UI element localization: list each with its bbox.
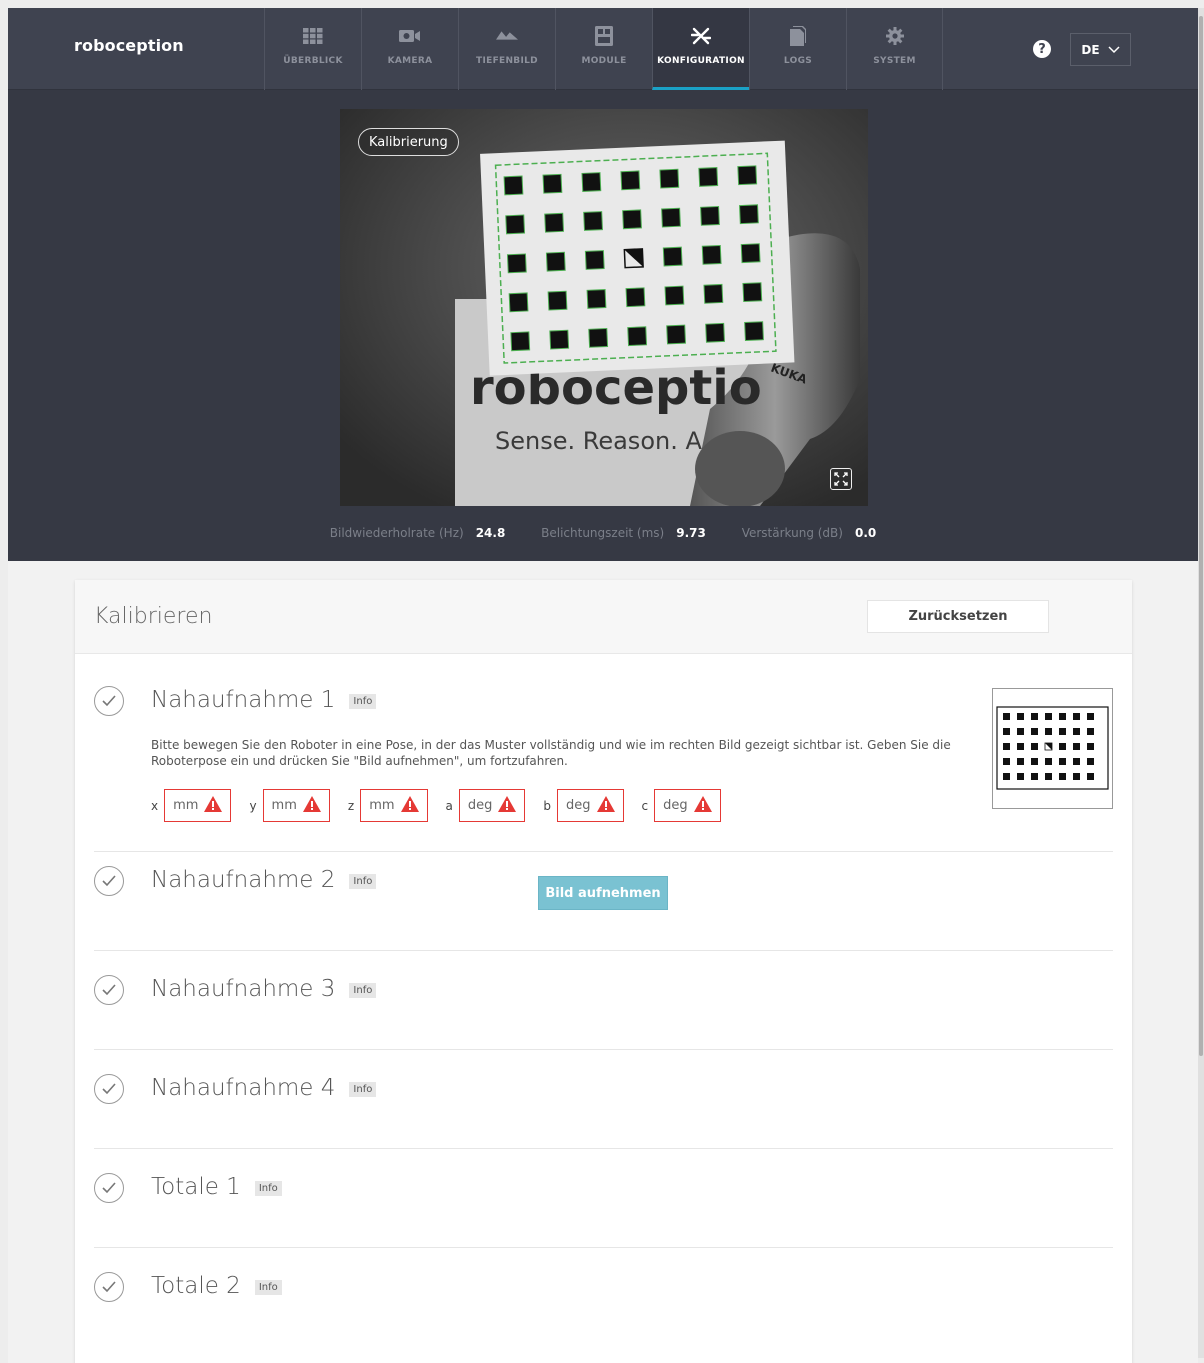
camera-panel: roboceptio Sense. Reason. A KUKA Kalibri… <box>8 90 1198 561</box>
tab-module[interactable]: MODULE <box>555 8 652 90</box>
pose-input-y[interactable]: mm <box>262 789 330 822</box>
check-circle-icon <box>94 975 124 1005</box>
stat-framerate: Bildwiederholrate (Hz) 24.8 <box>329 526 506 540</box>
warning-icon <box>693 795 712 816</box>
tab-label: MODULE <box>581 56 627 66</box>
pattern-preview <box>992 688 1113 809</box>
language-value: DE <box>1081 42 1100 57</box>
field-label-a: a <box>445 798 453 813</box>
info-badge[interactable]: Info <box>254 1181 282 1196</box>
tab-system[interactable]: SYSTEM <box>846 8 943 90</box>
question-icon[interactable]: ? <box>1033 40 1051 58</box>
document-icon <box>787 26 809 46</box>
chevron-down-icon <box>1108 43 1120 57</box>
pose-input-b[interactable]: deg <box>557 789 624 822</box>
check-circle-icon <box>94 866 124 896</box>
language-select[interactable]: DE <box>1070 33 1131 66</box>
card-header: Kalibrieren Zurücksetzen <box>75 580 1132 654</box>
card-title: Kalibrieren <box>94 604 213 629</box>
pose-input-a[interactable]: deg <box>458 789 526 822</box>
gear-icon <box>884 26 906 46</box>
check-circle-icon <box>94 1074 124 1104</box>
depth-icon <box>496 26 518 46</box>
calibration-badge: Kalibrierung <box>358 128 459 156</box>
step-title: Nahaufnahme 1 Info <box>151 687 377 713</box>
step-title: Nahaufnahme 4 Info <box>151 1075 377 1101</box>
tab-logs[interactable]: LOGS <box>749 8 846 90</box>
step-item[interactable]: Nahaufnahme 3 Info <box>94 951 1113 1050</box>
field-label-y: y <box>249 798 257 813</box>
tab-konfiguration[interactable]: KONFIGURATION <box>652 8 749 90</box>
reset-button[interactable]: Zurücksetzen <box>867 600 1049 633</box>
step-item[interactable]: Nahaufnahme 2 Info <box>94 852 1113 951</box>
calibration-card: Kalibrieren Zurücksetzen Nahaufnahme 1 In… <box>75 580 1132 1363</box>
warning-icon <box>596 795 615 816</box>
step-title: Nahaufnahme 2 Info <box>151 867 377 893</box>
expand-icon[interactable] <box>830 468 852 490</box>
pose-fields: x mm y mm z mm a deg b deg c deg <box>151 789 739 822</box>
stat-exposure: Belichtungszeit (ms) 9.73 <box>541 526 706 540</box>
pose-input-c[interactable]: deg <box>654 789 721 822</box>
check-circle-icon <box>94 1173 124 1203</box>
nav-tabs: ÜBERBLICK KAMERA TIEFENBILD MODULE KONFI… <box>264 8 943 90</box>
camera-icon <box>399 26 421 46</box>
field-label-z: z <box>347 798 355 813</box>
camera-image: roboceptio Sense. Reason. A KUKA Kalibri… <box>340 109 868 506</box>
scrollbar-thumb[interactable] <box>1199 16 1203 1056</box>
info-badge[interactable]: Info <box>349 1082 377 1097</box>
warning-icon <box>204 795 223 816</box>
warning-icon <box>400 795 419 816</box>
step-item[interactable]: Totale 2 Info <box>94 1248 1113 1347</box>
field-label-c: c <box>641 798 649 813</box>
tab-ueberblick[interactable]: ÜBERBLICK <box>264 8 361 90</box>
tab-label: KONFIGURATION <box>657 56 745 66</box>
grid-icon <box>302 26 324 46</box>
step-active: Nahaufnahme 1 Info Bitte bewegen Sie den … <box>94 654 1113 852</box>
check-circle-icon <box>94 686 124 716</box>
step-title: Totale 2 Info <box>151 1273 282 1299</box>
top-nav: roboception ÜBERBLICK KAMERA TIEFENBILD <box>8 8 1198 90</box>
step-item[interactable]: Totale 1 Info <box>94 1149 1113 1248</box>
tab-label: LOGS <box>783 56 813 66</box>
pose-input-x[interactable]: mm <box>164 789 232 822</box>
field-label-b: b <box>543 798 552 813</box>
step-title: Nahaufnahme 3 Info <box>151 976 377 1002</box>
stat-gain: Verstärkung (dB) 0.0 <box>741 526 877 540</box>
tab-label: SYSTEM <box>873 56 916 66</box>
warning-icon <box>498 795 517 816</box>
tools-icon <box>690 26 712 46</box>
warning-icon <box>302 795 321 816</box>
tab-label: KAMERA <box>387 56 433 66</box>
page: roboception ÜBERBLICK KAMERA TIEFENBILD <box>8 8 1198 1363</box>
step-title: Totale 1 Info <box>151 1174 282 1200</box>
check-circle-icon <box>94 1272 124 1302</box>
camera-stats: Bildwiederholrate (Hz) 24.8 Belichtungsze… <box>8 526 1198 540</box>
tab-kamera[interactable]: KAMERA <box>361 8 458 90</box>
info-badge[interactable]: Info <box>349 983 377 998</box>
steps-list: Nahaufnahme 2 Info Nahaufnahme 3 Info Naha… <box>75 852 1132 1347</box>
field-label-x: x <box>151 798 159 813</box>
brand-logo: roboception <box>74 36 184 55</box>
tab-label: ÜBERBLICK <box>283 56 343 66</box>
module-icon <box>593 26 615 46</box>
step-item[interactable]: Nahaufnahme 4 Info <box>94 1050 1113 1149</box>
info-badge[interactable]: Info <box>349 874 377 889</box>
info-badge[interactable]: Info <box>349 694 377 709</box>
tab-label: TIEFENBILD <box>476 56 538 66</box>
info-badge[interactable]: Info <box>254 1280 282 1295</box>
tab-tiefenbild[interactable]: TIEFENBILD <box>458 8 555 90</box>
pose-input-z[interactable]: mm <box>360 789 428 822</box>
step-description: Bitte bewegen Sie den Roboter in eine Po… <box>151 738 951 768</box>
image-slogan-text: Sense. Reason. A <box>495 427 702 455</box>
